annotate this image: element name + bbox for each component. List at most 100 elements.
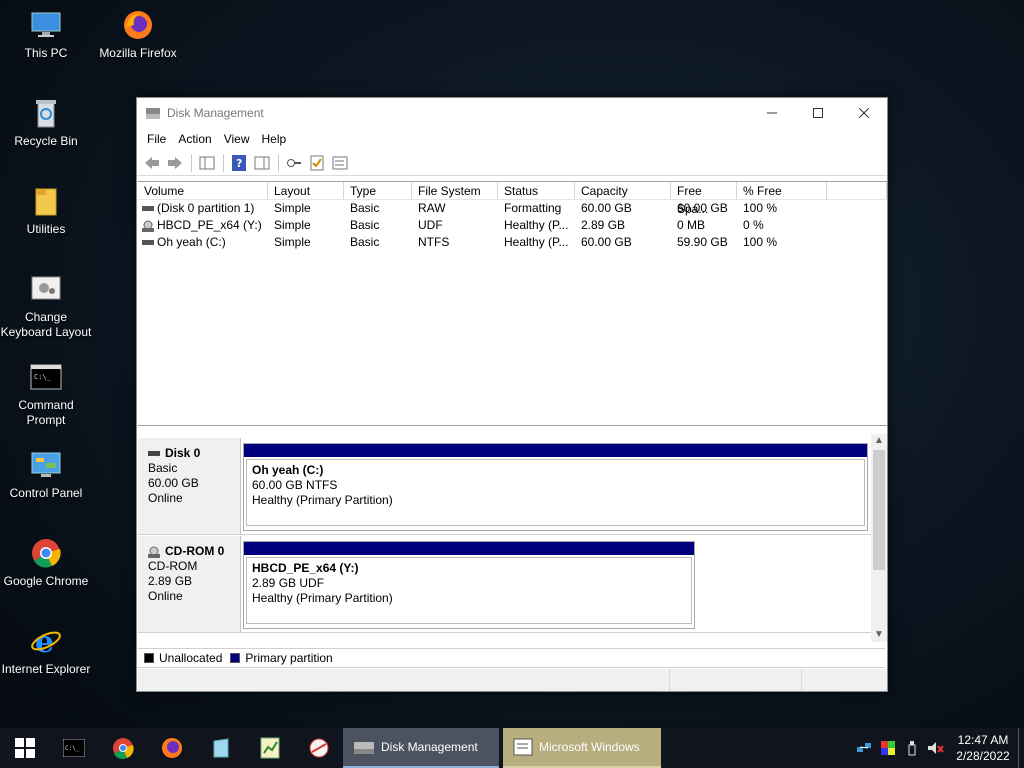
help-icon: ? xyxy=(232,154,246,171)
legend-primary-partition: Primary partition xyxy=(245,651,333,665)
status-bar xyxy=(138,669,887,691)
taskbar-snip-app[interactable] xyxy=(294,728,343,768)
console-tree-icon xyxy=(199,156,215,169)
minimize-button[interactable] xyxy=(749,98,795,128)
desktop-icon-recycle-bin[interactable]: Recycle Bin xyxy=(0,96,92,149)
volume-list[interactable]: Volume Layout Type File System Status Ca… xyxy=(138,181,887,426)
title-bar[interactable]: Disk Management xyxy=(137,98,887,128)
connect-button[interactable] xyxy=(283,153,305,173)
partition-block[interactable]: Oh yeah (C:) 60.00 GB NTFS Healthy (Prim… xyxy=(243,443,868,531)
column-header-capacity[interactable]: Capacity xyxy=(575,182,671,199)
desktop-icon-firefox[interactable]: Mozilla Firefox xyxy=(92,8,184,61)
disk-graphical-view: Disk 0 Basic 60.00 GB Online Oh yeah (C:… xyxy=(138,434,887,642)
desktop-icon-keyboard-layout[interactable]: Change Keyboard Layout xyxy=(0,272,92,340)
taskbar-firefox[interactable] xyxy=(147,728,196,768)
volume-muted-icon[interactable] xyxy=(924,728,948,768)
checklist-button[interactable] xyxy=(306,153,328,173)
disk-management-icon xyxy=(354,742,374,754)
column-header-volume[interactable]: Volume xyxy=(138,182,268,199)
maximize-button[interactable] xyxy=(795,98,841,128)
taskbar-microsoft-windows[interactable]: Microsoft Windows xyxy=(503,728,661,768)
desktop-icon-command-prompt[interactable]: C:\_ Command Prompt xyxy=(0,360,92,428)
legend: Unallocated Primary partition xyxy=(138,648,885,668)
back-button[interactable] xyxy=(141,153,163,173)
desktop-icon-this-pc[interactable]: This PC xyxy=(0,8,92,61)
volume-status: Formatting xyxy=(504,201,562,215)
window-title: Disk Management xyxy=(167,106,264,120)
desktop-icon-control-panel[interactable]: Control Panel xyxy=(0,448,92,501)
close-button[interactable] xyxy=(841,98,887,128)
menu-bar: File Action View Help xyxy=(137,128,887,150)
desktop-icon-label: Mozilla Firefox xyxy=(99,46,177,60)
properties-button[interactable] xyxy=(329,153,351,173)
taskbar-disk-management[interactable]: Disk Management xyxy=(343,728,499,768)
menu-help[interactable]: Help xyxy=(256,132,293,146)
partition-block[interactable]: HBCD_PE_x64 (Y:) 2.89 GB UDF Healthy (Pr… xyxy=(243,541,695,629)
desktop-icon-utilities[interactable]: Utilities xyxy=(0,184,92,237)
column-header-layout[interactable]: Layout xyxy=(268,182,344,199)
clock-date: 2/28/2022 xyxy=(956,749,1010,763)
disk-row[interactable]: Disk 0 Basic 60.00 GB Online Oh yeah (C:… xyxy=(138,438,871,535)
taskbar-notes-app[interactable] xyxy=(196,728,245,768)
disk-name: CD-ROM 0 xyxy=(165,544,225,558)
legend-unallocated: Unallocated xyxy=(159,651,223,665)
disk-label[interactable]: Disk 0 Basic 60.00 GB Online xyxy=(138,438,241,534)
disk-state: Online xyxy=(148,491,183,505)
folder-icon xyxy=(29,184,63,218)
desktop-icon-internet-explorer[interactable]: e Internet Explorer xyxy=(0,624,92,677)
checklist-icon xyxy=(310,155,324,170)
column-header-status[interactable]: Status xyxy=(498,182,575,199)
desktop-icon-label: Google Chrome xyxy=(3,574,89,588)
desktop-icon-chrome[interactable]: Google Chrome xyxy=(0,536,92,589)
disk-label[interactable]: CD-ROM 0 CD-ROM 2.89 GB Online xyxy=(138,536,241,632)
status-bar-pane xyxy=(138,669,670,691)
monitor-icon xyxy=(29,8,63,42)
show-hide-action-pane-button[interactable] xyxy=(251,153,273,173)
column-header-type[interactable]: Type xyxy=(344,182,412,199)
toolbar-separator xyxy=(223,153,224,172)
volume-free-space: 0 MB xyxy=(677,218,706,232)
vertical-scrollbar[interactable]: ▲ ▼ xyxy=(871,434,887,642)
scrollbar-thumb[interactable] xyxy=(873,450,885,570)
system-tray: 12:47 AM 2/28/2022 xyxy=(852,728,1024,768)
menu-file[interactable]: File xyxy=(141,132,172,146)
scroll-up-icon[interactable]: ▲ xyxy=(871,434,887,448)
table-row[interactable]: (Disk 0 partition 1) Simple Basic RAW Fo… xyxy=(138,200,887,217)
cd-drive-icon xyxy=(142,220,154,232)
firefox-icon xyxy=(121,8,155,42)
clock[interactable]: 12:47 AM 2/28/2022 xyxy=(948,732,1018,764)
status-bar-pane xyxy=(670,669,802,691)
volume-icon xyxy=(142,205,154,211)
column-header-file-system[interactable]: File System xyxy=(412,182,498,199)
taskbar-command-prompt[interactable]: C:\_ xyxy=(49,728,98,768)
start-button[interactable] xyxy=(0,728,49,768)
desktop-icon-label: Internet Explorer xyxy=(1,662,91,676)
taskbar-chrome[interactable] xyxy=(98,728,147,768)
partition-title: HBCD_PE_x64 (Y:) xyxy=(252,561,359,575)
column-header-free-space[interactable]: Free Spa... xyxy=(671,182,737,216)
disk-size: 2.89 GB xyxy=(148,574,193,588)
network-tray-icon[interactable] xyxy=(852,728,876,768)
help-button[interactable]: ? xyxy=(228,153,250,173)
volume-name: Oh yeah (C:) xyxy=(157,235,226,249)
desktop-icon-label: This PC xyxy=(24,46,68,60)
display-tray-icon[interactable] xyxy=(876,728,900,768)
forward-button[interactable] xyxy=(164,153,186,173)
menu-view[interactable]: View xyxy=(218,132,256,146)
disk-row[interactable]: CD-ROM 0 CD-ROM 2.89 GB Online HBCD_PE_x… xyxy=(138,536,871,633)
command-prompt-icon: C:\_ xyxy=(29,360,63,394)
volume-type: Basic xyxy=(350,201,380,215)
usb-tray-icon[interactable] xyxy=(900,728,924,768)
show-hide-console-tree-button[interactable] xyxy=(196,153,218,173)
taskbar-sheet-app[interactable] xyxy=(245,728,294,768)
volume-layout: Simple xyxy=(274,201,311,215)
table-row[interactable]: Oh yeah (C:) Simple Basic NTFS Healthy (… xyxy=(138,234,887,251)
menu-action[interactable]: Action xyxy=(172,132,217,146)
column-header-percent-free[interactable]: % Free xyxy=(737,182,827,199)
svg-text:C:\_: C:\_ xyxy=(65,745,80,752)
clock-time: 12:47 AM xyxy=(957,733,1009,747)
scroll-down-icon[interactable]: ▼ xyxy=(871,628,887,642)
command-prompt-icon: C:\_ xyxy=(62,739,85,757)
table-row[interactable]: HBCD_PE_x64 (Y:) Simple Basic UDF Health… xyxy=(138,217,887,234)
show-desktop-button[interactable] xyxy=(1018,728,1024,768)
